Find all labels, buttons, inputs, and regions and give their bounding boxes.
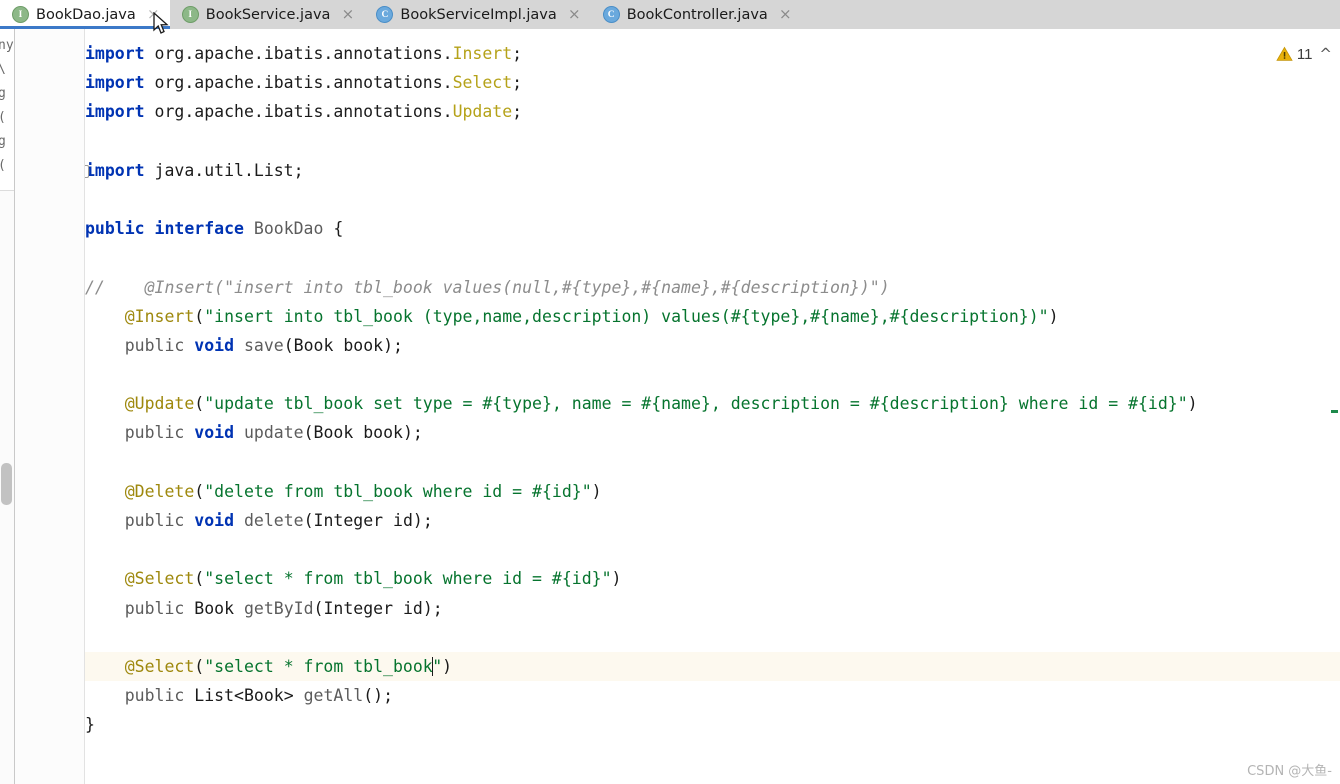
code-line-row[interactable]: 8	[85, 127, 1340, 156]
code-line-text: import org.apache.ibatis.annotations.Ins…	[85, 44, 523, 63]
interface-icon: I	[181, 6, 199, 23]
code-line-row[interactable]: 22	[85, 535, 1340, 564]
code-editor[interactable]: import org.apache.ibatis.annotations.Del…	[14, 29, 1340, 784]
code-line-row[interactable]: 28}	[85, 710, 1340, 739]
code-line-text: import org.apache.ibatis.annotations.Sel…	[85, 73, 523, 93]
code-line-row[interactable]: 10	[85, 185, 1340, 214]
code-line-text: @Select("select * from tbl_book")	[85, 651, 453, 682]
ide-window: ny \ g ( g ( I BookDao.java × I BookServ…	[0, 0, 1340, 784]
code-line-row[interactable]: 16	[85, 360, 1340, 389]
tab-bookservice-java[interactable]: I BookService.java ×	[170, 0, 365, 29]
code-line-row[interactable]: 13// @Insert("insert into tbl_book value…	[85, 273, 1340, 302]
editor-tab-bar: I BookDao.java × I BookService.java × C …	[0, 0, 1340, 29]
code-line-row[interactable]: 26 @Select("select * from tbl_book")	[85, 651, 1340, 682]
tab-bookserviceimpl-java[interactable]: C BookServiceImpl.java ×	[364, 0, 590, 29]
code-line-text: @Delete("delete from tbl_book where id =…	[85, 481, 602, 501]
code-line-row[interactable]: 24 public Book getById(Integer id);	[85, 594, 1340, 623]
tab-label: BookServiceImpl.java	[400, 6, 557, 23]
code-line-row[interactable]: 21 public void delete(Integer id);	[85, 506, 1340, 535]
class-icon: C	[376, 6, 394, 23]
code-line-row[interactable]: 29	[85, 740, 1340, 769]
tab-label: BookDao.java	[36, 6, 136, 23]
code-line-row[interactable]: 7import org.apache.ibatis.annotations.Up…	[85, 97, 1340, 126]
code-line-row[interactable]: 15 public void save(Book book);	[85, 331, 1340, 360]
code-line-row[interactable]: 17 @Update("update tbl_book set type = #…	[85, 389, 1340, 418]
left-panel-clipped-text: ny \ g ( g (	[0, 38, 14, 173]
code-line-row[interactable]: 12	[85, 243, 1340, 272]
code-line-text: import java.util.List;	[85, 160, 304, 180]
tab-label: BookService.java	[205, 6, 331, 23]
close-icon[interactable]: ×	[341, 7, 355, 22]
interface-icon: I	[12, 6, 29, 23]
warning-count: 11	[1296, 45, 1313, 63]
code-line-text: @Insert("insert into tbl_book (type,name…	[85, 306, 1059, 326]
code-line-row[interactable]: 5import org.apache.ibatis.annotations.In…	[85, 39, 1340, 68]
close-icon[interactable]: ×	[568, 7, 581, 22]
close-icon[interactable]: ×	[779, 7, 792, 22]
code-line-text: public void update(Book book);	[124, 423, 423, 443]
close-icon[interactable]: ×	[147, 7, 160, 22]
warning-triangle-icon	[1276, 46, 1293, 61]
code-line-row[interactable]: 6import org.apache.ibatis.annotations.Se…	[85, 68, 1340, 97]
code-line-text: public Book getById(Integer id);	[124, 598, 443, 618]
class-icon: C	[602, 6, 620, 23]
code-line-row[interactable]: 18 public void update(Book book);	[85, 418, 1340, 447]
tab-bookdao-java[interactable]: I BookDao.java ×	[0, 0, 170, 29]
code-line-row[interactable]: 14 @Insert("insert into tbl_book (type,n…	[85, 302, 1340, 331]
tab-label: BookController.java	[626, 6, 768, 23]
code-line-row[interactable]: 23 @Select("select * from tbl_book where…	[85, 564, 1340, 593]
code-line-row[interactable]: 11public interface BookDao {	[85, 214, 1340, 243]
inspection-status-widget[interactable]: 11 ^	[1276, 45, 1332, 63]
code-line-row[interactable]: 19	[85, 448, 1340, 477]
code-line-text: @Select("select * from tbl_book where id…	[85, 569, 622, 589]
tab-bookcontroller-java[interactable]: C BookController.java ×	[591, 0, 802, 29]
code-line-row[interactable]: 20 @Delete("delete from tbl_book where i…	[85, 477, 1340, 506]
code-line-text: public List<Book> getAll();	[124, 686, 394, 706]
code-fold-minus-icon[interactable]	[85, 164, 89, 178]
code-line-text: import org.apache.ibatis.annotations.Upd…	[85, 102, 523, 122]
editor-scrollbar[interactable]	[1327, 58, 1340, 784]
clipped-top-code-line: import org.apache.ibatis.annotations.Del…	[85, 29, 582, 39]
chevron-up-icon[interactable]: ^	[1319, 45, 1332, 63]
code-line-text: // @Insert("insert into tbl_book values(…	[85, 277, 890, 297]
code-line-text: public void save(Book book);	[124, 335, 403, 355]
code-line-row[interactable]: 27 public List<Book> getAll();	[85, 681, 1340, 710]
left-tool-panel-clipped: ny \ g ( g (	[0, 28, 15, 784]
csdn-watermark: CSDN @大鱼-	[1247, 764, 1332, 779]
scrollbar-marker[interactable]	[1331, 410, 1338, 413]
code-line-row[interactable]: 25	[85, 623, 1340, 652]
left-panel-scrollbar-thumb[interactable]	[1, 463, 12, 505]
code-line-text: public void delete(Integer id);	[124, 511, 433, 530]
code-line-row[interactable]: 9import java.util.List;	[85, 156, 1340, 185]
code-line-text: @Update("update tbl_book set type = #{ty…	[85, 394, 1198, 414]
line-number-gutter[interactable]	[14, 29, 85, 784]
code-line-text: public interface BookDao {	[85, 219, 344, 239]
code-line-text: }	[85, 715, 95, 735]
code-lines-container[interactable]: 5import org.apache.ibatis.annotations.In…	[85, 29, 1340, 784]
